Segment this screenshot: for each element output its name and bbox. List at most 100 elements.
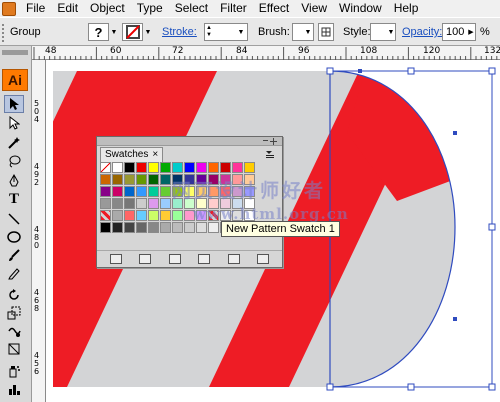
tab-swatches[interactable]: Swatches × [100, 147, 164, 162]
swatch-cell[interactable] [220, 162, 231, 173]
new-swatch-icon[interactable] [227, 254, 240, 264]
pencil-tool-icon[interactable] [4, 264, 24, 282]
swatch-cell[interactable] [148, 186, 159, 197]
swatch-cell[interactable] [172, 222, 183, 233]
swatch-libraries-icon[interactable] [109, 254, 122, 264]
swatch-cell[interactable] [136, 186, 147, 197]
symbol-sprayer-tool-icon[interactable] [4, 362, 24, 380]
swatch-cell[interactable] [124, 210, 135, 221]
fill-dropdown[interactable]: ▼ [109, 23, 119, 41]
swatch-cell[interactable] [232, 162, 243, 173]
swatch-cell[interactable] [172, 162, 183, 173]
menu-edit[interactable]: Edit [51, 0, 84, 17]
swatch-options-icon[interactable] [168, 254, 181, 264]
swatch-cell[interactable] [112, 198, 123, 209]
new-color-group-icon[interactable] [198, 254, 211, 264]
swatch-cell[interactable] [148, 210, 159, 221]
swatch-cell[interactable] [184, 162, 195, 173]
swatch-cell[interactable] [148, 174, 159, 185]
swatch-cell[interactable] [196, 222, 207, 233]
swatch-cell[interactable] [148, 198, 159, 209]
swatch-cell[interactable] [100, 222, 111, 233]
opacity-label[interactable]: Opacity: [402, 18, 442, 46]
swatch-cell[interactable] [100, 210, 111, 221]
swatch-cell[interactable] [148, 222, 159, 233]
swatch-cell[interactable] [124, 198, 135, 209]
panel-menu-icon[interactable] [264, 148, 276, 160]
brush-dropdown[interactable]: ▼ [303, 23, 313, 41]
free-transform-tool-icon[interactable] [4, 340, 24, 358]
menu-type[interactable]: Type [131, 0, 169, 17]
style-dropdown[interactable]: ▼ [386, 23, 396, 41]
paintbrush-tool-icon[interactable] [4, 246, 24, 264]
swatch-cell[interactable] [124, 186, 135, 197]
app-icon[interactable] [2, 1, 16, 16]
stroke-stepper-icon[interactable]: ▲ ▼ [206, 25, 212, 39]
stroke-swatch[interactable] [122, 23, 143, 41]
opacity-dropdown[interactable]: ▶ [466, 23, 476, 41]
swatch-cell[interactable] [148, 162, 159, 173]
swatch-cell[interactable] [136, 174, 147, 185]
swatch-cell[interactable] [100, 198, 111, 209]
swatch-cell[interactable] [136, 222, 147, 233]
swatch-cell[interactable] [160, 222, 171, 233]
swatch-cell[interactable] [124, 222, 135, 233]
swatch-cell[interactable] [172, 210, 183, 221]
swatch-cell[interactable] [124, 162, 135, 173]
swatch-cell[interactable] [196, 162, 207, 173]
menu-filter[interactable]: Filter [214, 0, 253, 17]
menu-window[interactable]: Window [333, 0, 388, 17]
swatch-cell[interactable] [112, 210, 123, 221]
brush-options-icon[interactable] [318, 23, 334, 41]
swatch-cell[interactable] [160, 174, 171, 185]
swatch-cell[interactable] [100, 174, 111, 185]
horizontal-ruler[interactable]: 48 60 72 84 96 108 120 132 [32, 46, 500, 60]
swatch-cell[interactable] [136, 162, 147, 173]
swatches-titlebar[interactable] [97, 137, 282, 146]
scale-tool-icon[interactable] [4, 304, 24, 322]
stroke-weight-dropdown[interactable]: ▼ [236, 23, 246, 41]
swatch-cell[interactable] [184, 222, 195, 233]
swatch-cell[interactable] [160, 186, 171, 197]
show-swatch-kinds-icon[interactable] [139, 254, 152, 264]
rotate-tool-icon[interactable] [4, 286, 24, 304]
tools-titlebar[interactable] [2, 50, 28, 55]
type-tool-icon[interactable]: T [4, 190, 24, 208]
swatch-cell[interactable] [160, 210, 171, 221]
tab-close-icon[interactable]: × [152, 148, 158, 162]
fill-swatch[interactable]: ? [88, 23, 109, 41]
swatch-cell[interactable] [160, 198, 171, 209]
swatch-cell[interactable] [208, 222, 219, 233]
swatch-cell[interactable] [112, 222, 123, 233]
swatch-cell[interactable] [244, 162, 255, 173]
delete-swatch-icon[interactable] [257, 254, 270, 264]
swatch-cell[interactable] [124, 174, 135, 185]
swatch-cell[interactable] [136, 198, 147, 209]
menu-file[interactable]: File [20, 0, 51, 17]
column-graph-tool-icon[interactable] [4, 380, 24, 398]
warp-tool-icon[interactable] [4, 322, 24, 340]
stroke-swatch-dropdown[interactable]: ▼ [143, 23, 153, 41]
swatch-cell[interactable] [100, 186, 111, 197]
stroke-label[interactable]: Stroke: [162, 18, 197, 46]
menu-object[interactable]: Object [84, 0, 131, 17]
swatch-cell[interactable] [112, 174, 123, 185]
swatch-cell[interactable] [112, 186, 123, 197]
menu-help[interactable]: Help [388, 0, 425, 17]
menu-select[interactable]: Select [169, 0, 214, 17]
swatch-cell[interactable] [208, 162, 219, 173]
swatch-cell[interactable] [160, 162, 171, 173]
magic-wand-tool-icon[interactable] [4, 134, 24, 152]
line-tool-icon[interactable] [4, 210, 24, 228]
swatch-cell[interactable] [112, 162, 123, 173]
direct-selection-tool-icon[interactable] [4, 114, 24, 132]
menu-effect[interactable]: Effect [253, 0, 295, 17]
ellipse-tool-icon[interactable] [4, 228, 24, 246]
lasso-tool-icon[interactable] [4, 152, 24, 170]
vertical-ruler[interactable]: 5 0 4 4 9 2 4 8 0 4 6 8 4 5 6 [32, 60, 46, 402]
pen-tool-icon[interactable] [4, 172, 24, 190]
swatch-cell[interactable] [100, 162, 111, 173]
menu-view[interactable]: View [295, 0, 333, 17]
swatch-cell[interactable] [136, 210, 147, 221]
selection-tool-icon[interactable] [4, 95, 24, 113]
